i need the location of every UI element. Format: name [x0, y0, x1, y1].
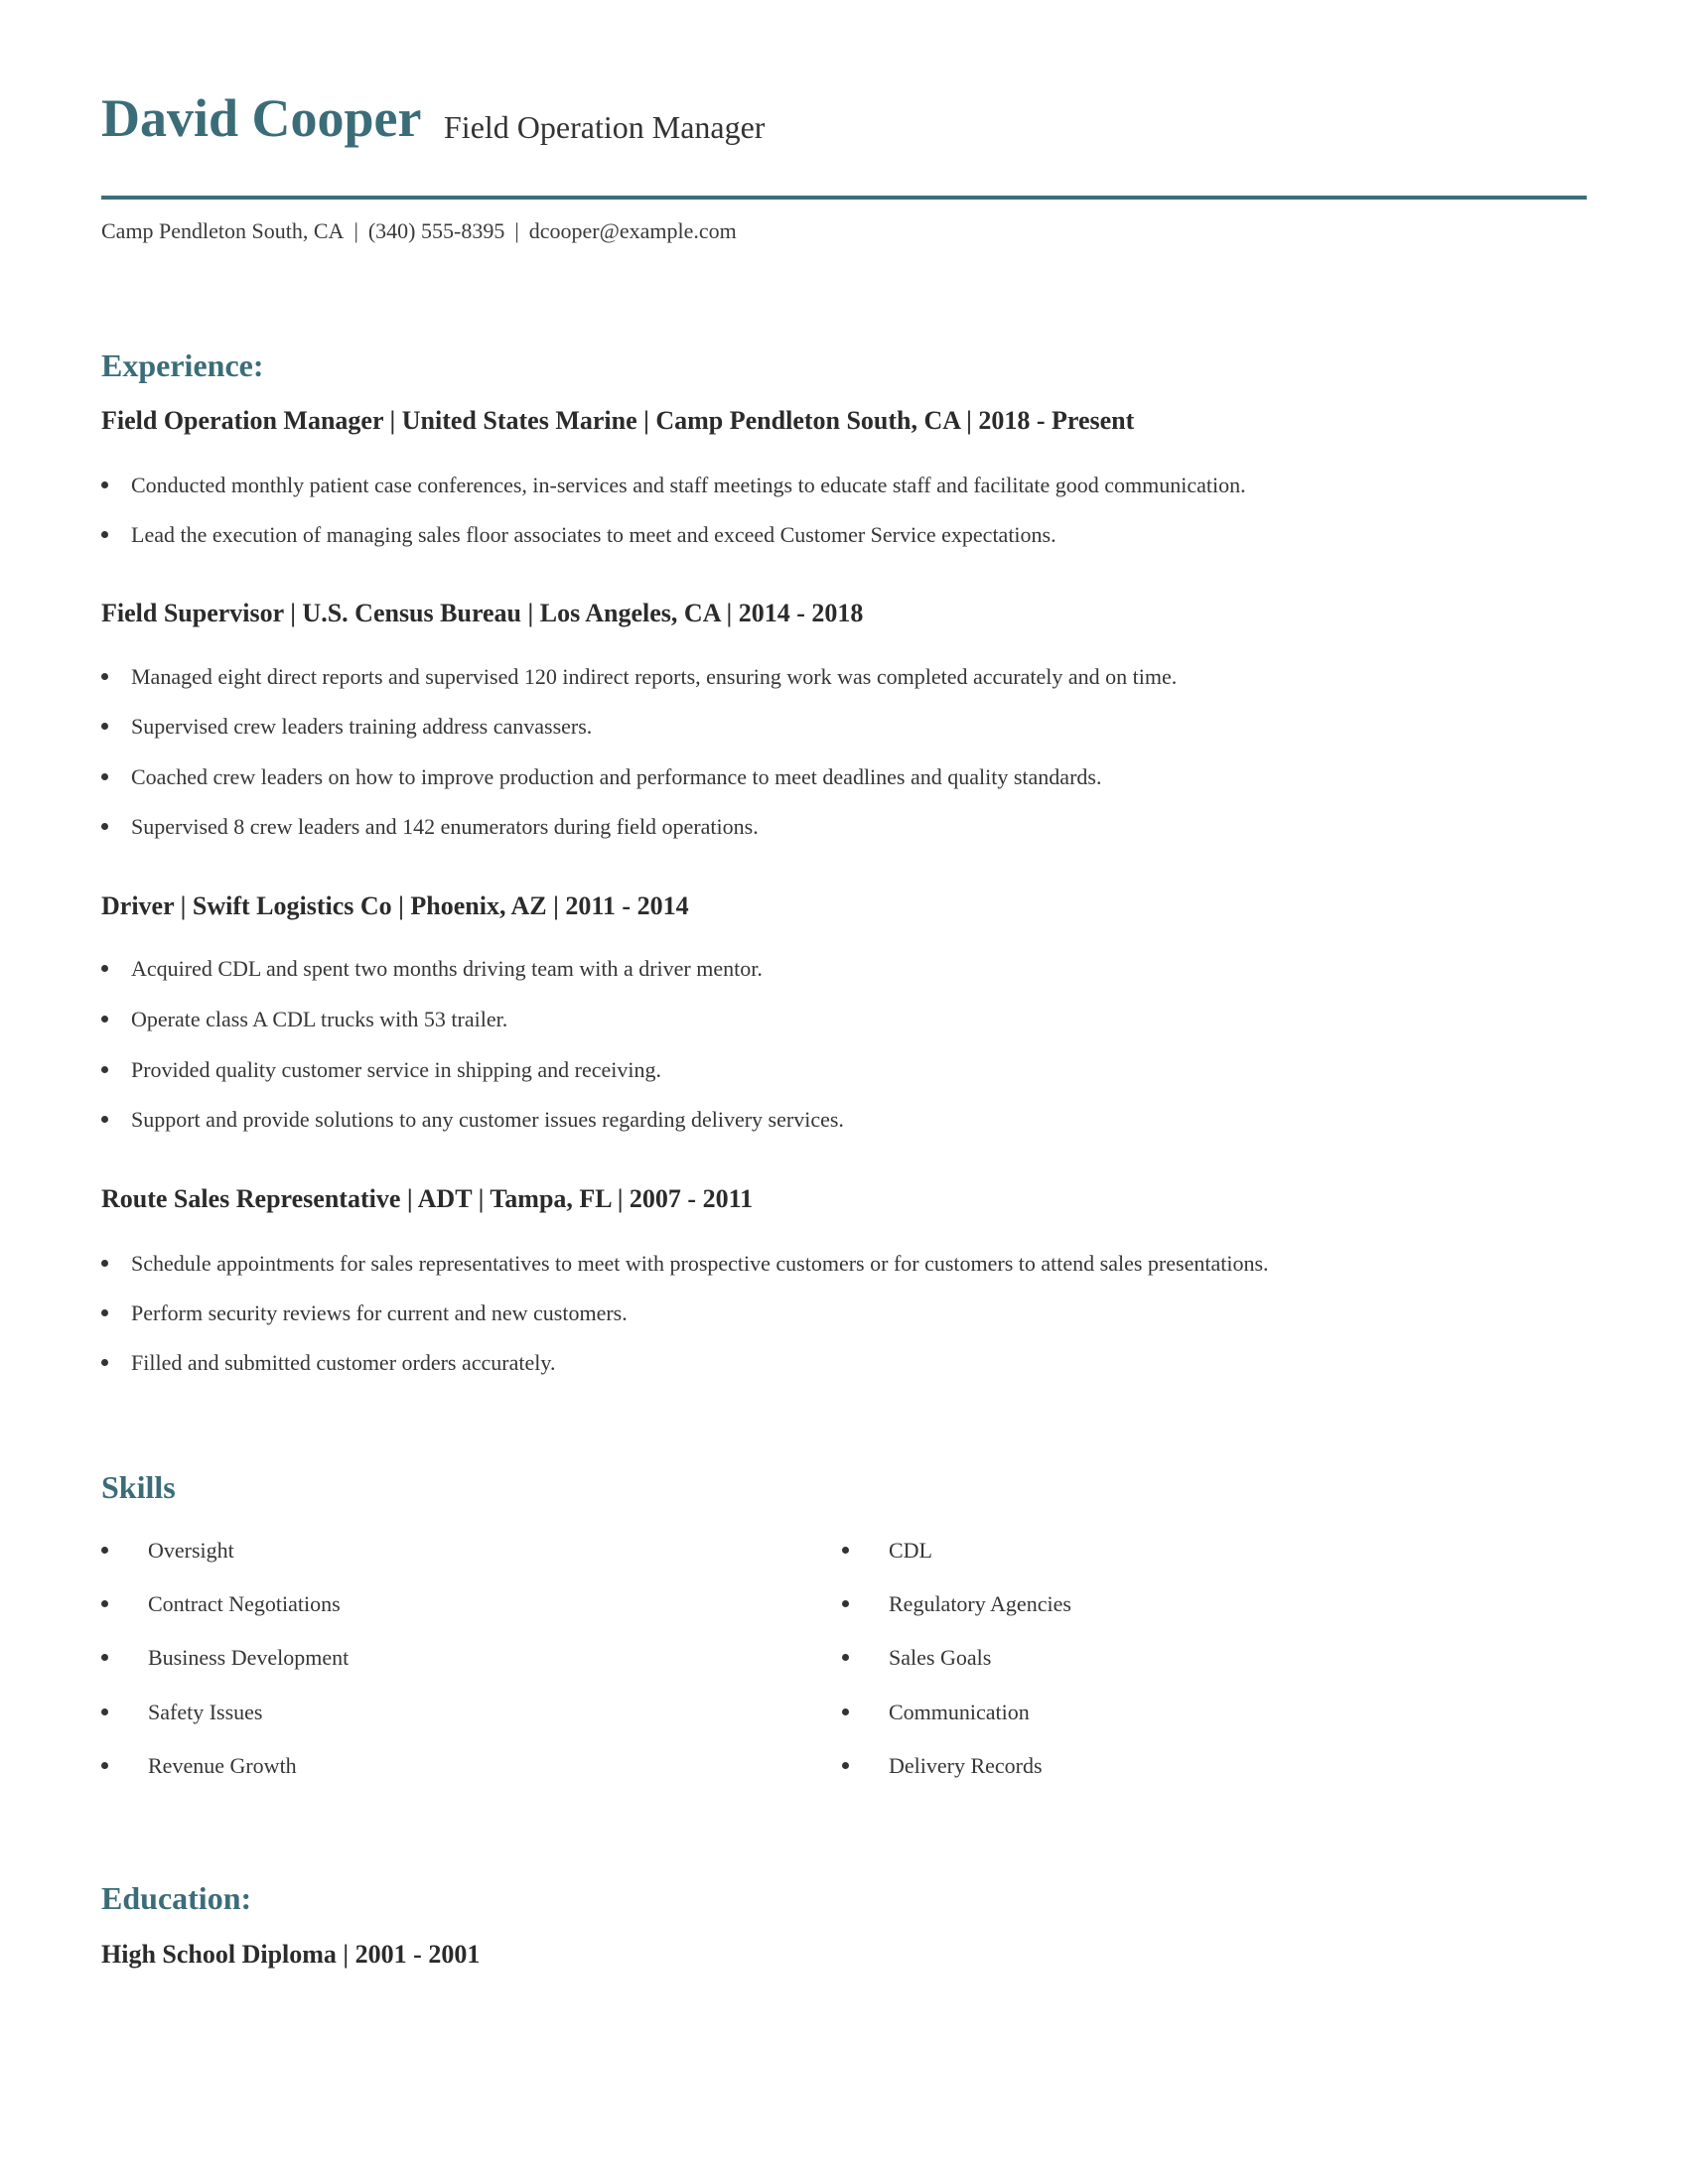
bullet-icon — [101, 1359, 108, 1367]
list-item: Operate class A CDL trucks with 53 trail… — [101, 1009, 507, 1030]
bullet-icon — [842, 1600, 849, 1608]
list-item: Conducted monthly patient case conferenc… — [101, 475, 1246, 496]
skill-item: Oversight — [101, 1540, 234, 1562]
bullet-icon — [101, 1116, 108, 1124]
contact-location: Camp Pendleton South, CA — [101, 218, 345, 243]
contact-separator: | — [514, 218, 519, 243]
job-header: Field Operation Manager | United States … — [101, 406, 1135, 435]
job-header: Field Supervisor | U.S. Census Bureau | … — [101, 599, 864, 627]
bullet-icon — [101, 1016, 108, 1024]
list-item: Coached crew leaders on how to improve p… — [101, 766, 1101, 788]
bullet-icon — [842, 1547, 849, 1555]
contact-line: Camp Pendleton South, CA | (340) 555-8395 |… — [101, 218, 737, 244]
list-item: Acquired CDL and spent two months drivin… — [101, 958, 763, 980]
list-item: Filled and submitted customer orders acc… — [101, 1352, 555, 1374]
bullet-icon — [101, 673, 108, 681]
bullet-icon — [101, 1762, 108, 1770]
skill-item: Revenue Growth — [101, 1755, 297, 1777]
skill-item: Delivery Records — [842, 1755, 1043, 1777]
experience-heading: Experience: — [101, 347, 264, 383]
candidate-title: Field Operation Manager — [444, 109, 766, 145]
skill-item: Regulatory Agencies — [842, 1593, 1071, 1615]
list-item: Schedule appointments for sales represen… — [101, 1253, 1269, 1275]
bullet-icon — [101, 1654, 108, 1662]
contact-separator: | — [353, 218, 358, 243]
bullet-icon — [101, 823, 108, 831]
skill-item: CDL — [842, 1540, 932, 1562]
skill-item: Business Development — [101, 1647, 349, 1669]
list-item: Lead the execution of managing sales flo… — [101, 524, 1056, 546]
bullet-icon — [101, 1708, 108, 1716]
job-header: Driver | Swift Logistics Co | Phoenix, A… — [101, 891, 689, 920]
bullet-icon — [101, 1547, 108, 1555]
bullet-icon — [101, 965, 108, 973]
skill-item: Contract Negotiations — [101, 1593, 341, 1615]
contact-email: dcooper@example.com — [528, 218, 737, 243]
job-header: Route Sales Representative | ADT | Tampa… — [101, 1184, 754, 1213]
bullet-icon — [101, 1066, 108, 1074]
skill-item: Communication — [842, 1702, 1030, 1723]
skills-heading: Skills — [101, 1469, 176, 1505]
bullet-icon — [842, 1708, 849, 1716]
bullet-icon — [842, 1762, 849, 1770]
header-divider — [101, 196, 1587, 200]
education-entry: High School Diploma | 2001 - 2001 — [101, 1940, 481, 1969]
list-item: Supervised crew leaders training address… — [101, 716, 592, 738]
bullet-icon — [842, 1654, 849, 1662]
bullet-icon — [101, 1260, 108, 1268]
skill-item: Safety Issues — [101, 1702, 262, 1723]
education-heading: Education: — [101, 1880, 252, 1916]
bullet-icon — [101, 723, 108, 731]
list-item: Managed eight direct reports and supervi… — [101, 666, 1177, 688]
bullet-icon — [101, 531, 108, 539]
list-item: Perform security reviews for current and… — [101, 1302, 628, 1324]
bullet-icon — [101, 773, 108, 781]
list-item: Support and provide solutions to any cus… — [101, 1109, 844, 1131]
list-item: Supervised 8 crew leaders and 142 enumer… — [101, 816, 759, 838]
bullet-icon — [101, 481, 108, 489]
bullet-icon — [101, 1309, 108, 1317]
bullet-icon — [101, 1600, 108, 1608]
contact-phone: (340) 555-8395 — [367, 218, 505, 243]
skill-item: Sales Goals — [842, 1647, 991, 1669]
list-item: Provided quality customer service in shi… — [101, 1059, 661, 1081]
candidate-name: David Cooper — [101, 88, 422, 148]
